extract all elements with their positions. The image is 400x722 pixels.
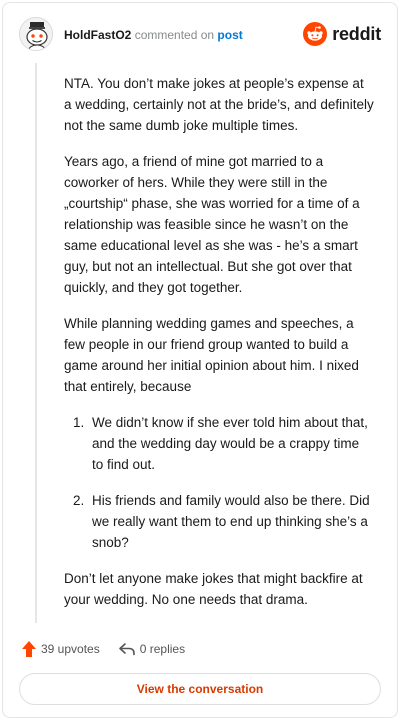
snoo-avatar-icon (20, 18, 52, 50)
reddit-brand[interactable]: reddit (303, 21, 381, 47)
reddit-wordmark: reddit (332, 23, 381, 44)
upvote-button[interactable]: 39 upvotes (21, 640, 100, 658)
reddit-logo-icon (303, 22, 328, 46)
comment-paragraph: While planning wedding games and speeche… (64, 316, 359, 394)
comment-card: HoldFastO2 commented on post reddit NTA.… (2, 2, 398, 718)
post-link[interactable]: post (217, 28, 242, 42)
thread-line[interactable] (35, 63, 37, 623)
comment-paragraph: Years ago, a friend of mine got married … (64, 154, 360, 295)
comment-list: We didn’t know if she ever told him abou… (64, 412, 374, 553)
comment-meta: HoldFastO2 commented on post (64, 28, 243, 42)
list-item: We didn’t know if she ever told him abou… (88, 412, 374, 475)
comment-closing: Don’t let anyone make jokes that might b… (64, 571, 363, 607)
comment-header: HoldFastO2 commented on post reddit (19, 17, 381, 53)
comment-body: NTA. You don’t make jokes at people’s ex… (64, 73, 374, 625)
comment-actions: 39 upvotes 0 replies (21, 639, 185, 659)
reply-button[interactable]: 0 replies (118, 642, 185, 656)
user-avatar[interactable] (19, 17, 53, 51)
reply-arrow-icon (118, 643, 135, 656)
username-link[interactable]: HoldFastO2 (64, 28, 131, 42)
upvote-arrow-icon (22, 641, 36, 657)
commented-on-text: commented on (134, 28, 215, 42)
comment-paragraph: NTA. You don’t make jokes at people’s ex… (64, 76, 374, 133)
reply-count: 0 replies (139, 642, 186, 656)
view-conversation-button[interactable]: View the conversation (19, 673, 381, 705)
list-item: His friends and family would also be the… (88, 490, 374, 553)
upvote-count: 39 upvotes (41, 642, 100, 656)
